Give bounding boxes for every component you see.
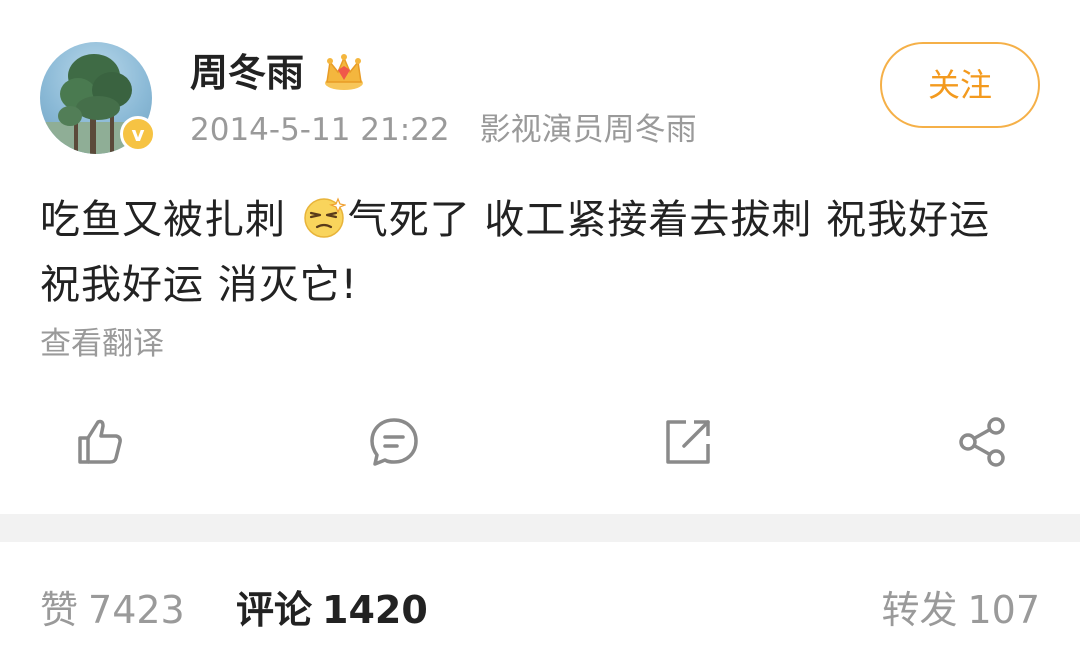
share-nodes-icon	[959, 417, 1005, 467]
reposts-tab[interactable]: 转发 107	[881, 584, 1040, 636]
post-text-part1: 吃鱼又被扎刺	[40, 197, 300, 243]
comments-count: 1420	[322, 588, 428, 632]
thumb-up-icon	[78, 419, 122, 464]
post-source: 影视演员周冬雨	[479, 112, 697, 148]
comment-button[interactable]	[366, 414, 422, 470]
likes-label: 赞	[40, 588, 79, 632]
author-name[interactable]: 周冬雨	[190, 48, 304, 98]
comment-bubble-icon	[370, 418, 418, 466]
translate-link[interactable]: 查看翻译	[40, 322, 164, 366]
section-divider	[0, 514, 1080, 542]
reposts-label: 转发	[881, 588, 958, 632]
comments-tab[interactable]: 评论 1420	[236, 584, 428, 636]
comments-label: 评论	[236, 588, 313, 632]
follow-button[interactable]: 关注	[880, 42, 1040, 128]
likes-count: 7423	[88, 588, 185, 632]
share-out-icon	[666, 420, 710, 464]
dizzy-face-emoji-icon	[302, 194, 347, 238]
like-button[interactable]	[72, 414, 128, 470]
post-text: 吃鱼又被扎刺 气死了 收工紧接着去拔刺 祝我好运 祝我好运 消灭它!	[40, 188, 1040, 318]
post-meta: 2014-5-11 21:22 影视演员周冬雨	[190, 108, 697, 152]
crown-badge-icon[interactable]	[322, 52, 366, 92]
likes-tab[interactable]: 赞 7423	[40, 584, 185, 636]
reposts-count: 107	[967, 588, 1040, 632]
post-date: 2014-5-11 21:22	[190, 112, 450, 148]
share-button[interactable]	[954, 414, 1010, 470]
repost-button[interactable]	[660, 414, 716, 470]
verified-badge-icon: v	[120, 116, 156, 152]
post-card: v 周冬雨 2014-5-11 21:22 影视演员周冬雨 关注 吃鱼又被扎刺 气…	[0, 0, 1080, 514]
